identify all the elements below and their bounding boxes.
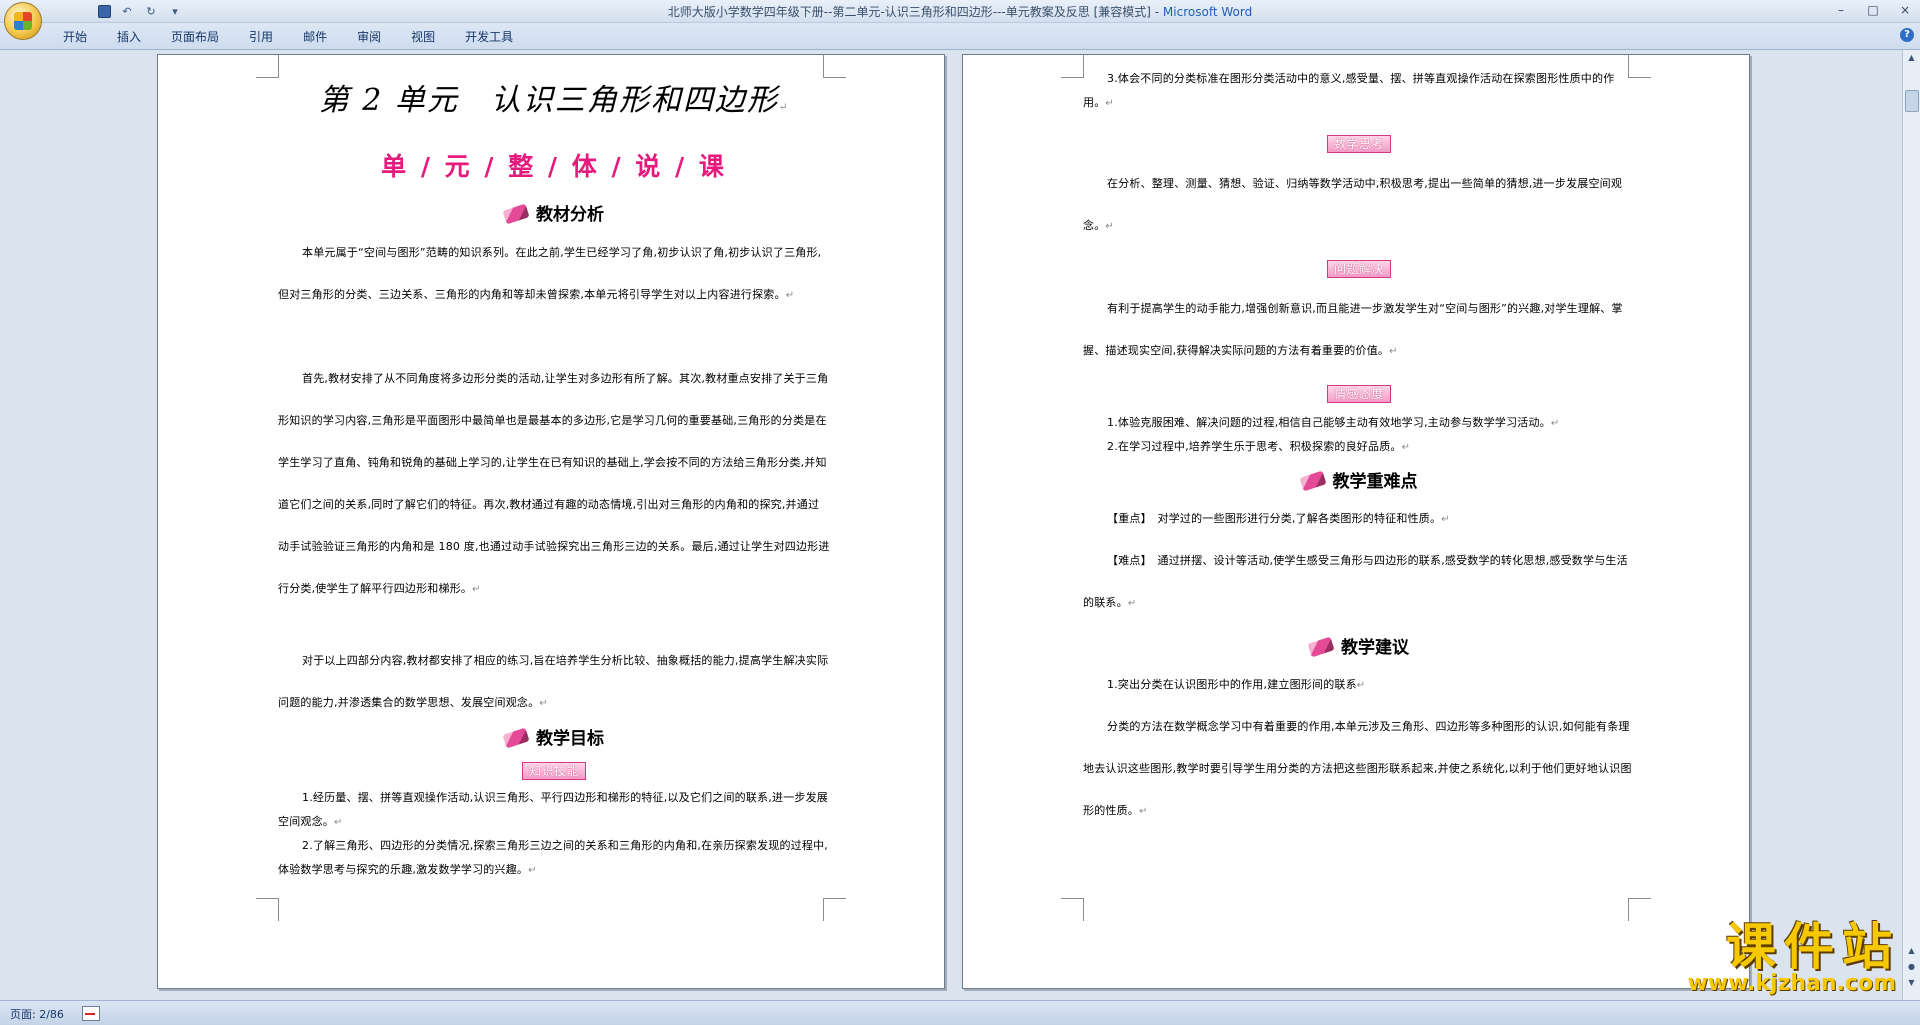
proofing-icon[interactable]: [82, 1006, 100, 1021]
title-separator: -: [1150, 5, 1163, 19]
document-name: 北师大版小学数学四年级下册--第二单元-认识三角形和四边形---单元教案及反思 …: [667, 5, 1151, 19]
pencil-icon: [1298, 470, 1327, 492]
paragraph: 1.经历量、摆、拼等直观操作活动,认识三角形、平行四边形和梯形的特征,以及它们之…: [278, 791, 828, 828]
page-title: 第 2 单元 认识三角形和四边形↵: [318, 83, 790, 118]
paragraph: 2.在学习过程中,培养学生乐于思考、积极探索的良好品质。↵: [1107, 440, 1411, 453]
tab-insert[interactable]: 插入: [102, 29, 156, 45]
status-bar: 页面: 2/86: [0, 1000, 1920, 1025]
tab-view[interactable]: 视图: [396, 29, 450, 45]
tab-page-layout[interactable]: 页面布局: [156, 29, 234, 45]
watermark-url: www.kjzhan.com: [1687, 971, 1896, 996]
ribbon-tab-bar: 开始 插入 页面布局 引用 邮件 审阅 视图 开发工具 ?: [0, 23, 1920, 50]
difficulty-label: 【难点】: [1107, 554, 1147, 567]
section-heading: 教学建议: [1083, 633, 1635, 663]
paragraph: 在分析、整理、测量、猜想、验证、归纳等数学活动中,积极思考,提出一些简单的猜想,…: [1083, 177, 1623, 232]
paragraph: 1.突出分类在认识图形中的作用,建立图形间的联系↵: [1107, 678, 1366, 691]
crop-mark: [256, 898, 279, 921]
tab-review[interactable]: 审阅: [342, 29, 396, 45]
paragraph: 首先,教材安排了从不同角度将多边形分类的活动,让学生对多边形有所了解。其次,教材…: [278, 372, 830, 595]
close-button[interactable]: ×: [1898, 2, 1912, 18]
pencil-icon: [502, 727, 530, 749]
window-controls: – □ ×: [1834, 2, 1912, 18]
crop-mark: [1061, 55, 1084, 78]
pencil-icon: [502, 203, 530, 225]
vertical-scrollbar[interactable]: ▲ ▲ ● ▼: [1902, 50, 1920, 1001]
paragraph: 3.体会不同的分类标准在图形分类活动中的意义,感受量、摆、拼等直观操作活动在探索…: [1083, 72, 1615, 109]
category-tag: 知识技能: [278, 760, 830, 784]
paragraph: 对于以上四部分内容,教材都安排了相应的练习,旨在培养学生分析比较、抽象概括的能力…: [278, 654, 829, 709]
title-bar: ↶ ↻ ▾ 北师大版小学数学四年级下册--第二单元-认识三角形和四边形---单元…: [0, 0, 1920, 40]
paragraph: 本单元属于“空间与图形”范畴的知识系列。在此之前,学生已经学习了角,初步认识了角…: [278, 246, 822, 301]
category-tag: 情感态度: [1083, 383, 1635, 407]
maximize-button[interactable]: □: [1866, 2, 1880, 18]
paragraph: 有利于提高学生的动手能力,增强创新意识,而且能进一步激发学生对“空间与图形”的兴…: [1083, 302, 1623, 357]
next-page-icon[interactable]: ▼: [1904, 976, 1919, 990]
browse-object-icon[interactable]: ●: [1904, 960, 1919, 974]
paragraph: 【重点】 对学过的一些图形进行分类,了解各类图形的特征和性质。↵: [1107, 512, 1450, 525]
paragraph: 分类的方法在数学概念学习中有着重要的作用,本单元涉及三角形、四边形等多种图形的认…: [1083, 720, 1632, 817]
pencil-icon: [1307, 636, 1335, 658]
tab-developer[interactable]: 开发工具: [450, 29, 528, 45]
page-count[interactable]: 页面: 2/86: [10, 1006, 64, 1022]
tab-mailings[interactable]: 邮件: [288, 29, 342, 45]
watermark-title: 课件站: [1726, 918, 1900, 976]
paragraph: 2.了解三角形、四边形的分类情况,探索三角形三边之间的关系和三角形的内角和,在亲…: [278, 839, 828, 876]
section-heading: 教学重难点: [1083, 467, 1635, 497]
paragraph: 【难点】 通过拼摆、设计等活动,使学生感受三角形与四边形的联系,感受数学的转化思…: [1083, 554, 1628, 609]
minimize-button[interactable]: –: [1834, 2, 1848, 18]
office-logo-icon: [14, 12, 32, 30]
ribbon-tabs: 开始 插入 页面布局 引用 邮件 审阅 视图 开发工具: [48, 29, 528, 45]
help-icon[interactable]: ?: [1900, 28, 1914, 42]
crop-mark: [823, 898, 846, 921]
scrollbar-thumb[interactable]: [1905, 90, 1919, 112]
section-heading: 教材分析: [278, 200, 830, 230]
page-subtitle: 单 / 元 / 整 / 体 / 说 / 课: [381, 152, 727, 181]
category-tag: 问题解决: [1083, 258, 1635, 282]
keypoint-label: 【重点】: [1107, 512, 1147, 525]
window-title: 北师大版小学数学四年级下册--第二单元-认识三角形和四边形---单元教案及反思 …: [0, 3, 1920, 20]
document-page-1[interactable]: 第 2 单元 认识三角形和四边形↵ 单 / 元 / 整 / 体 / 说 / 课 …: [157, 54, 945, 989]
paragraph: 1.体验克服困难、解决问题的过程,相信自己能够主动有效地学习,主动参与数学学习活…: [1107, 416, 1560, 429]
tab-home[interactable]: 开始: [48, 29, 102, 45]
crop-mark: [1061, 898, 1084, 921]
section-heading: 教学目标: [278, 724, 830, 754]
document-workspace: 第 2 单元 认识三角形和四边形↵ 单 / 元 / 整 / 体 / 说 / 课 …: [0, 50, 1903, 1001]
scroll-up-icon[interactable]: ▲: [1904, 51, 1919, 65]
document-page-2[interactable]: 3.体会不同的分类标准在图形分类活动中的意义,感受量、摆、拼等直观操作活动在探索…: [962, 54, 1750, 989]
app-name: Microsoft Word: [1162, 5, 1253, 19]
tab-references[interactable]: 引用: [234, 29, 288, 45]
previous-page-icon[interactable]: ▲: [1904, 944, 1919, 958]
category-tag: 数学思考: [1083, 133, 1635, 157]
crop-mark: [256, 55, 279, 78]
watermark-logo: 课件站 www.kjzhan.com: [1668, 921, 1900, 997]
crop-mark: [1628, 898, 1651, 921]
office-button[interactable]: [4, 2, 42, 40]
